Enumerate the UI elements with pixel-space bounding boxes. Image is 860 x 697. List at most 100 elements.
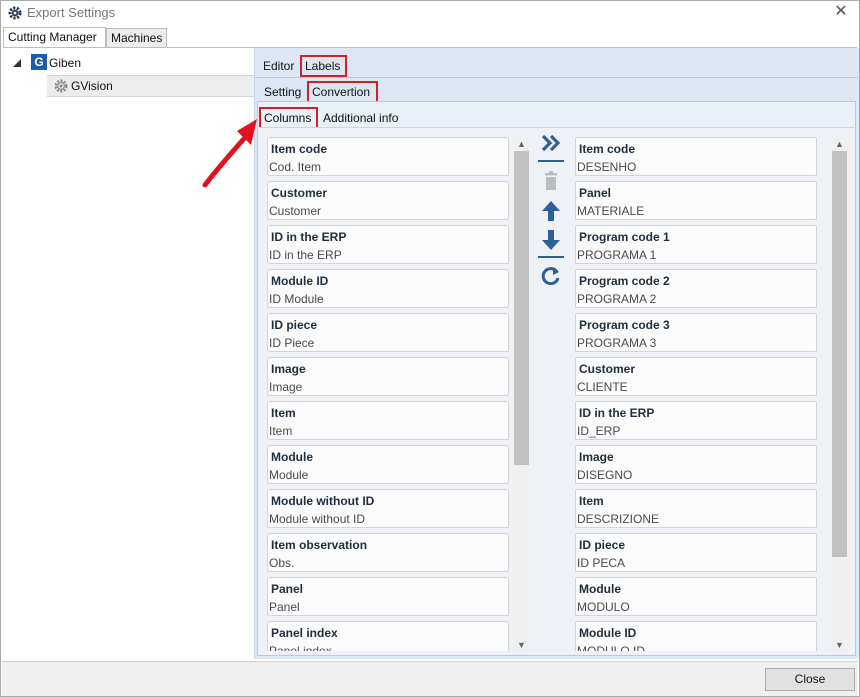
- tab-additional-info-label: Additional info: [323, 111, 399, 125]
- scroll-up-arrow-icon[interactable]: ▲: [831, 137, 848, 151]
- column-item[interactable]: Item observation Obs.: [267, 533, 509, 572]
- tab-convertion-label: Convertion: [312, 85, 371, 99]
- reset-button[interactable]: [538, 263, 564, 289]
- scroll-up-arrow-icon[interactable]: ▲: [513, 137, 530, 151]
- scroll-thumb[interactable]: [514, 151, 529, 465]
- column-item-title: Item: [271, 406, 296, 420]
- column-item[interactable]: Module ID ID Module: [267, 269, 509, 308]
- column-item[interactable]: Program code 1 PROGRAMA 1: [575, 225, 817, 264]
- move-down-button[interactable]: [538, 227, 564, 253]
- tree-node-gvision[interactable]: GVision: [47, 75, 255, 97]
- footer-bar: [2, 661, 858, 696]
- column-item-value: MODULO: [577, 600, 630, 614]
- column-item-title: Item: [579, 494, 604, 508]
- tab-additional-info[interactable]: Additional info: [318, 107, 403, 129]
- column-item[interactable]: Program code 2 PROGRAMA 2: [575, 269, 817, 308]
- column-item[interactable]: ID piece ID PECA: [575, 533, 817, 572]
- column-item-title: Image: [579, 450, 614, 464]
- expand-triangle-icon[interactable]: [13, 59, 21, 67]
- column-item-title: Module: [579, 582, 621, 596]
- tab-cutting-manager-label: Cutting Manager: [8, 30, 97, 44]
- tab-setting-label: Setting: [264, 85, 302, 99]
- column-item[interactable]: Program code 3 PROGRAMA 3: [575, 313, 817, 352]
- column-item[interactable]: Module MODULO: [575, 577, 817, 616]
- column-item-value: Image: [269, 380, 303, 394]
- right-scrollbar[interactable]: ▲ ▼: [831, 137, 848, 652]
- column-item[interactable]: Image DISEGNO: [575, 445, 817, 484]
- column-item[interactable]: Image Image: [267, 357, 509, 396]
- toolbar-separator: [538, 256, 564, 258]
- move-up-button[interactable]: [538, 198, 564, 224]
- column-item-value: PROGRAMA 2: [577, 292, 657, 306]
- column-item-value: Obs.: [269, 556, 295, 570]
- close-window-icon[interactable]: ✕: [831, 2, 851, 22]
- column-item-title: Panel: [271, 582, 304, 596]
- column-item[interactable]: ID in the ERP ID_ERP: [575, 401, 817, 440]
- column-item-title: Item code: [579, 142, 636, 156]
- column-item-value: Module without ID: [269, 512, 366, 526]
- delete-button[interactable]: [538, 168, 564, 194]
- tab-labels[interactable]: Labels: [300, 55, 347, 77]
- tab-columns-label: Columns: [264, 111, 312, 125]
- column-item-title: Panel: [579, 186, 612, 200]
- column-item-value: PROGRAMA 1: [577, 248, 657, 262]
- column-item-title: ID in the ERP: [579, 406, 655, 420]
- column-item-value: ID_ERP: [577, 424, 621, 438]
- export-settings-window: Export Settings ✕ Cutting Manager Machin…: [0, 0, 860, 697]
- column-item[interactable]: ID piece ID Piece: [267, 313, 509, 352]
- column-item-title: ID in the ERP: [271, 230, 347, 244]
- column-item-title: Image: [271, 362, 306, 376]
- tab-convertion[interactable]: Convertion: [307, 81, 378, 103]
- left-scrollbar[interactable]: ▲ ▼: [513, 137, 530, 652]
- column-item-title: ID piece: [579, 538, 626, 552]
- column-item[interactable]: Panel MATERIALE: [575, 181, 817, 220]
- tab-row-divider: [255, 77, 858, 78]
- scroll-down-arrow-icon[interactable]: ▼: [831, 638, 848, 652]
- column-item-title: Item code: [271, 142, 328, 156]
- column-item[interactable]: Module ID MODULO ID: [575, 621, 817, 651]
- tab-machines[interactable]: Machines: [106, 28, 167, 48]
- column-item-title: ID piece: [271, 318, 318, 332]
- column-item[interactable]: Customer CLIENTE: [575, 357, 817, 396]
- column-item[interactable]: Panel index Panel index: [267, 621, 509, 651]
- column-item[interactable]: ID in the ERP ID in the ERP: [267, 225, 509, 264]
- column-item[interactable]: Panel Panel: [267, 577, 509, 616]
- column-item-title: Module ID: [271, 274, 329, 288]
- tab-editor[interactable]: Editor: [258, 55, 299, 77]
- column-item-title: Program code 2: [579, 274, 670, 288]
- column-item[interactable]: Module without ID Module without ID: [267, 489, 509, 528]
- column-item-value: MATERIALE: [577, 204, 645, 218]
- column-item[interactable]: Item Item: [267, 401, 509, 440]
- add-all-button[interactable]: [538, 130, 564, 156]
- scroll-thumb[interactable]: [832, 151, 847, 557]
- column-item-title: Customer: [579, 362, 636, 376]
- gear-icon: [54, 79, 68, 93]
- gear-icon: [8, 6, 22, 20]
- tab-setting[interactable]: Setting: [259, 81, 306, 103]
- tab-cutting-manager[interactable]: Cutting Manager: [3, 27, 106, 49]
- column-item-title: Customer: [271, 186, 328, 200]
- column-item-title: Module: [271, 450, 313, 464]
- column-item-value: ID Piece: [269, 336, 315, 350]
- tab-columns[interactable]: Columns: [259, 107, 318, 129]
- available-columns-list: Item code Cod. Item Customer Customer ID in …: [267, 137, 511, 651]
- column-actions-toolbar: [536, 130, 566, 290]
- tab-editor-label: Editor: [263, 59, 295, 73]
- column-item[interactable]: Item code Cod. Item: [267, 137, 509, 176]
- tree-node-giben[interactable]: Giben: [49, 56, 81, 70]
- column-item-value: DESENHO: [577, 160, 637, 174]
- column-item[interactable]: Customer Customer: [267, 181, 509, 220]
- column-item[interactable]: Item DESCRIZIONE: [575, 489, 817, 528]
- column-item[interactable]: Module Module: [267, 445, 509, 484]
- tab-labels-label: Labels: [305, 59, 341, 73]
- column-item-title: Program code 1: [579, 230, 670, 244]
- window-title: Export Settings: [27, 5, 116, 20]
- scroll-down-arrow-icon[interactable]: ▼: [513, 638, 530, 652]
- close-button[interactable]: Close: [765, 668, 855, 691]
- column-item-value: DESCRIZIONE: [577, 512, 660, 526]
- column-item-value: PROGRAMA 3: [577, 336, 657, 350]
- double-chevron-right-icon: [541, 134, 561, 152]
- column-item-title: Program code 3: [579, 318, 670, 332]
- tree-node-gvision-label: GVision: [71, 79, 113, 93]
- column-item[interactable]: Item code DESENHO: [575, 137, 817, 176]
